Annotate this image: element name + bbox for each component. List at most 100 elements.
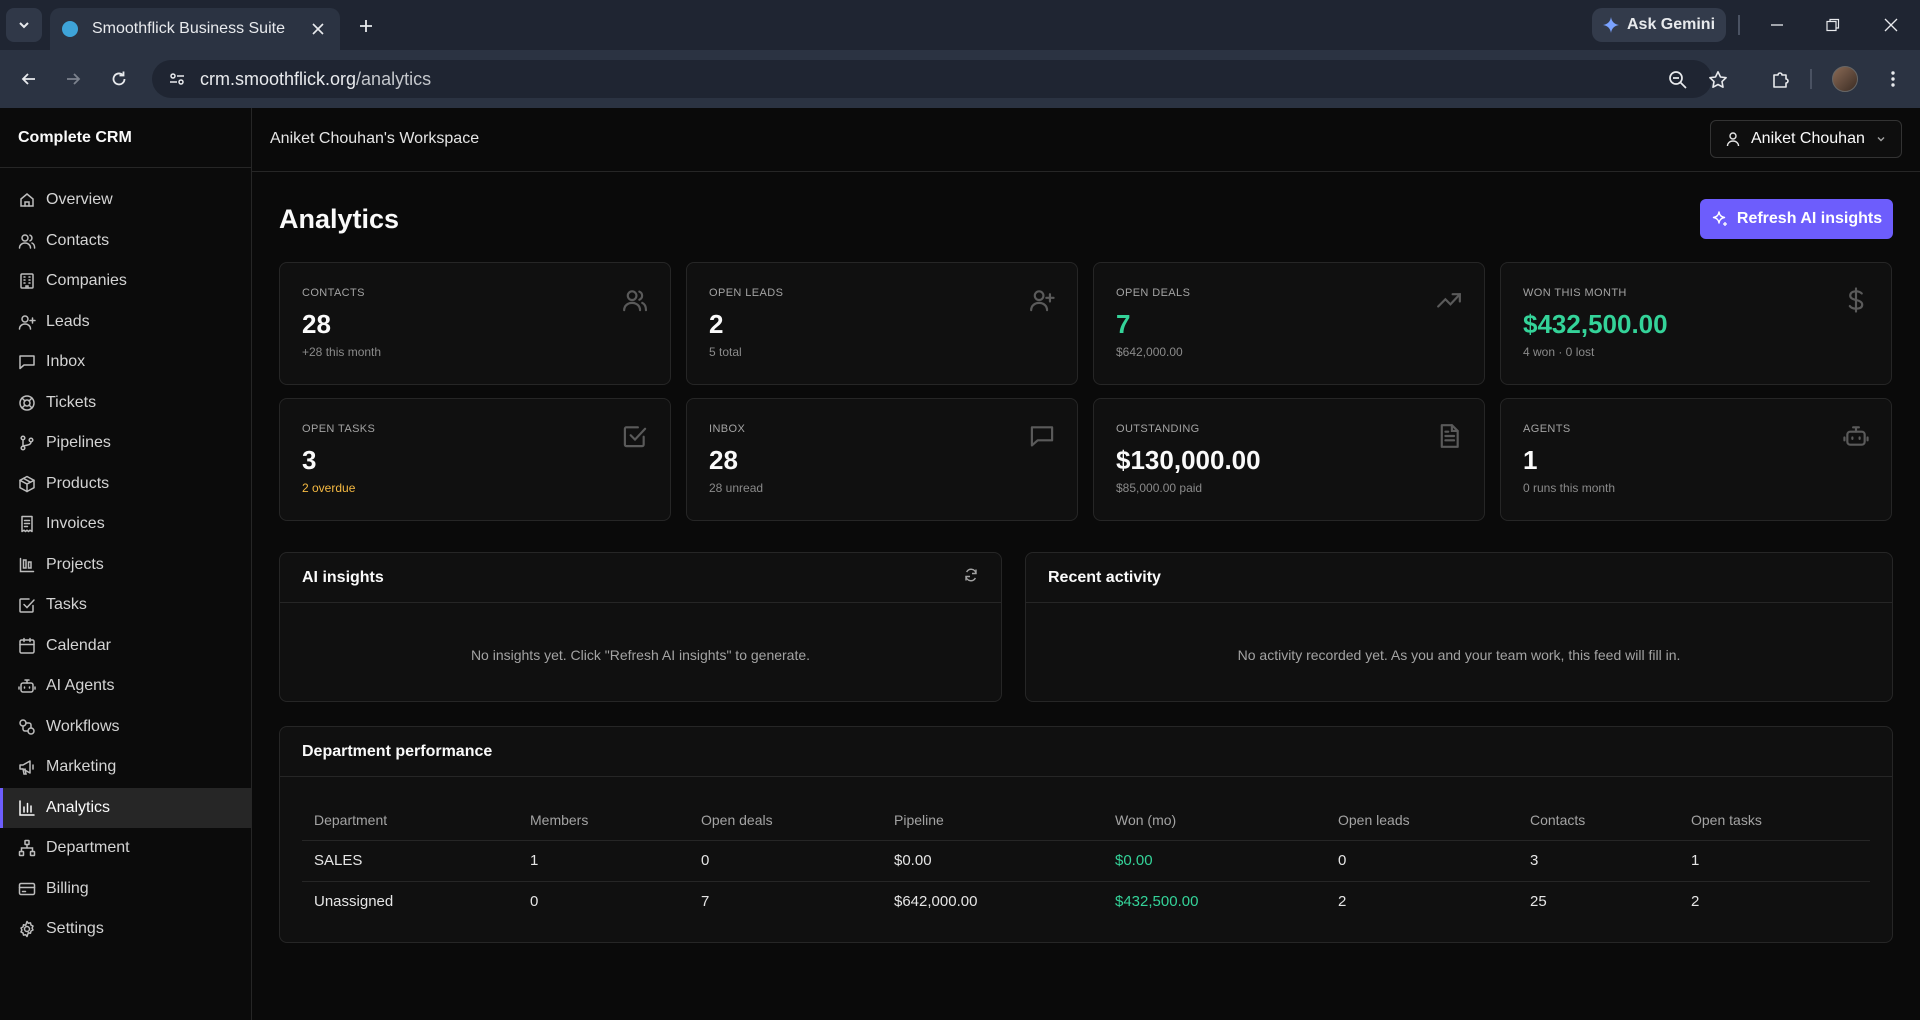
sidebar-item-products[interactable]: Products bbox=[0, 464, 251, 505]
profile-button[interactable] bbox=[1830, 64, 1860, 94]
browser-toolbar: crm.smoothflick.org/analytics bbox=[0, 50, 1920, 108]
table-cell: 3 bbox=[1518, 840, 1679, 882]
divider bbox=[1810, 69, 1812, 89]
column-header: Members bbox=[518, 800, 689, 841]
table-cell: SALES bbox=[302, 840, 518, 882]
sidebar-nav: Overview Contacts Companies Leads Inbox Ticke… bbox=[0, 168, 251, 950]
sidebar-item-invoices[interactable]: Invoices bbox=[0, 504, 251, 545]
table-header-row: Department Members Open deals Pipeline Won (… bbox=[302, 800, 1870, 841]
stat-icon bbox=[622, 423, 648, 449]
workflow-icon bbox=[19, 719, 35, 735]
stat-subtext: 28 unread bbox=[709, 481, 764, 495]
sidebar-item-contacts[interactable]: Contacts bbox=[0, 221, 251, 262]
column-header: Pipeline bbox=[882, 800, 1103, 841]
panel-title: AI insights bbox=[302, 568, 384, 586]
sidebar-item-label: Tickets bbox=[46, 393, 97, 411]
puzzle-icon bbox=[1773, 72, 1789, 88]
sidebar-item-label: Department bbox=[46, 839, 130, 857]
ask-gemini-button[interactable]: Ask Gemini bbox=[1592, 8, 1726, 42]
stat-icon bbox=[622, 287, 648, 313]
table-row[interactable]: Unassigned 0 7 $642,000.00 $432,500.00 2 25 2 bbox=[302, 881, 1870, 922]
extensions-button[interactable] bbox=[1766, 64, 1796, 94]
message-icon bbox=[1030, 426, 1054, 447]
address-bar[interactable]: crm.smoothflick.org/analytics bbox=[152, 60, 1727, 98]
divider bbox=[1738, 15, 1740, 35]
table-cell: $432,500.00 bbox=[1115, 893, 1199, 911]
user-menu-button[interactable]: Aniket Chouhan bbox=[1710, 120, 1902, 158]
site-info-icon[interactable] bbox=[164, 66, 190, 92]
refresh-insights-button[interactable] bbox=[963, 567, 979, 588]
user-icon bbox=[1726, 132, 1740, 147]
sidebar-item-billing[interactable]: Billing bbox=[0, 869, 251, 910]
sidebar-item-settings[interactable]: Settings bbox=[0, 909, 251, 950]
table-cell: $642,000.00 bbox=[894, 893, 978, 911]
stat-label: Won this month bbox=[1523, 287, 1627, 299]
sidebar-item-tasks[interactable]: Tasks bbox=[0, 585, 251, 626]
tab-search-button[interactable] bbox=[6, 8, 42, 42]
reload-icon bbox=[112, 71, 126, 86]
reload-button[interactable] bbox=[104, 64, 134, 94]
sidebar-item-label: Projects bbox=[46, 555, 104, 573]
close-icon bbox=[1884, 18, 1898, 32]
sidebar-item-department[interactable]: Department bbox=[0, 828, 251, 869]
sidebar-item-label: Analytics bbox=[46, 798, 111, 816]
recent-activity-panel: Recent activity No activity recorded yet… bbox=[1025, 552, 1893, 702]
zoom-button[interactable] bbox=[1664, 66, 1692, 94]
stat-subtext: $642,000.00 bbox=[1116, 345, 1183, 359]
browser-tab[interactable]: Smoothflick Business Suite bbox=[50, 8, 340, 50]
sidebar-item-marketing[interactable]: Marketing bbox=[0, 747, 251, 788]
sidebar-item-tickets[interactable]: Tickets bbox=[0, 383, 251, 424]
arrow-right-icon bbox=[67, 73, 81, 85]
table-cell: 0 bbox=[530, 893, 539, 911]
close-window-button[interactable] bbox=[1876, 10, 1906, 40]
sidebar-item-label: Invoices bbox=[46, 515, 105, 533]
browser-menu-button[interactable] bbox=[1878, 64, 1908, 94]
stat-label: Contacts bbox=[302, 287, 365, 299]
forward-button[interactable] bbox=[58, 64, 88, 94]
sidebar-item-label: Contacts bbox=[46, 231, 110, 249]
sidebar-item-workflows[interactable]: Workflows bbox=[0, 707, 251, 748]
user-name: Aniket Chouhan bbox=[1751, 130, 1865, 147]
sidebar-item-label: Products bbox=[46, 474, 110, 492]
sidebar-item-label: Workflows bbox=[46, 717, 120, 735]
sidebar: Complete CRM Overview Contacts Companies Le… bbox=[0, 108, 252, 1020]
stat-value: 2 bbox=[709, 309, 724, 339]
plus-icon bbox=[360, 20, 372, 32]
minimize-button[interactable] bbox=[1762, 10, 1792, 40]
restore-button[interactable] bbox=[1818, 10, 1848, 40]
stat-subtext: 2 overdue bbox=[302, 481, 356, 495]
check-square-icon bbox=[19, 598, 35, 613]
avatar bbox=[1832, 66, 1858, 92]
sidebar-item-overview[interactable]: Overview bbox=[0, 180, 251, 221]
back-button[interactable] bbox=[14, 64, 44, 94]
sidebar-item-label: Companies bbox=[46, 272, 127, 290]
table-cell: 2 bbox=[1338, 893, 1347, 911]
table-cell: 25 bbox=[1530, 893, 1547, 911]
tab-close-button[interactable] bbox=[308, 19, 328, 39]
column-header: Won (mo) bbox=[1103, 800, 1326, 841]
sidebar-item-leads[interactable]: Leads bbox=[0, 302, 251, 343]
sidebar-item-label: Marketing bbox=[46, 758, 117, 776]
panel-header: Recent activity bbox=[1026, 553, 1892, 603]
new-tab-button[interactable] bbox=[354, 14, 378, 38]
users-icon bbox=[18, 234, 36, 249]
browser-tab-strip: Smoothflick Business Suite Ask Gemini bbox=[0, 0, 1920, 50]
url-text: crm.smoothflick.org/analytics bbox=[200, 68, 432, 89]
sidebar-item-ai-agents[interactable]: AI Agents bbox=[0, 666, 251, 707]
stat-subtext: +28 this month bbox=[302, 345, 382, 359]
panel-header: Department performance bbox=[280, 727, 1892, 777]
table-row[interactable]: SALES 1 0 $0.00 $0.00 0 3 1 bbox=[302, 840, 1870, 882]
stat-value: 3 bbox=[302, 445, 317, 475]
sidebar-item-pipelines[interactable]: Pipelines bbox=[0, 423, 251, 464]
stat-card-won-this-month: Won this month $432,500.00 4 won · 0 lost bbox=[1500, 262, 1892, 385]
panel-header: AI insights bbox=[280, 553, 1001, 603]
bookmark-button[interactable] bbox=[1704, 66, 1732, 94]
sidebar-item-companies[interactable]: Companies bbox=[0, 261, 251, 302]
sidebar-item-projects[interactable]: Projects bbox=[0, 545, 251, 586]
table-cell: $0.00 bbox=[1103, 840, 1326, 882]
refresh-ai-insights-button[interactable]: Refresh AI insights bbox=[1700, 199, 1893, 239]
empty-state-text: No activity recorded yet. As you and you… bbox=[1237, 647, 1681, 663]
sidebar-item-calendar[interactable]: Calendar bbox=[0, 626, 251, 667]
sidebar-item-analytics[interactable]: Analytics bbox=[0, 787, 251, 828]
sidebar-item-inbox[interactable]: Inbox bbox=[0, 342, 251, 383]
